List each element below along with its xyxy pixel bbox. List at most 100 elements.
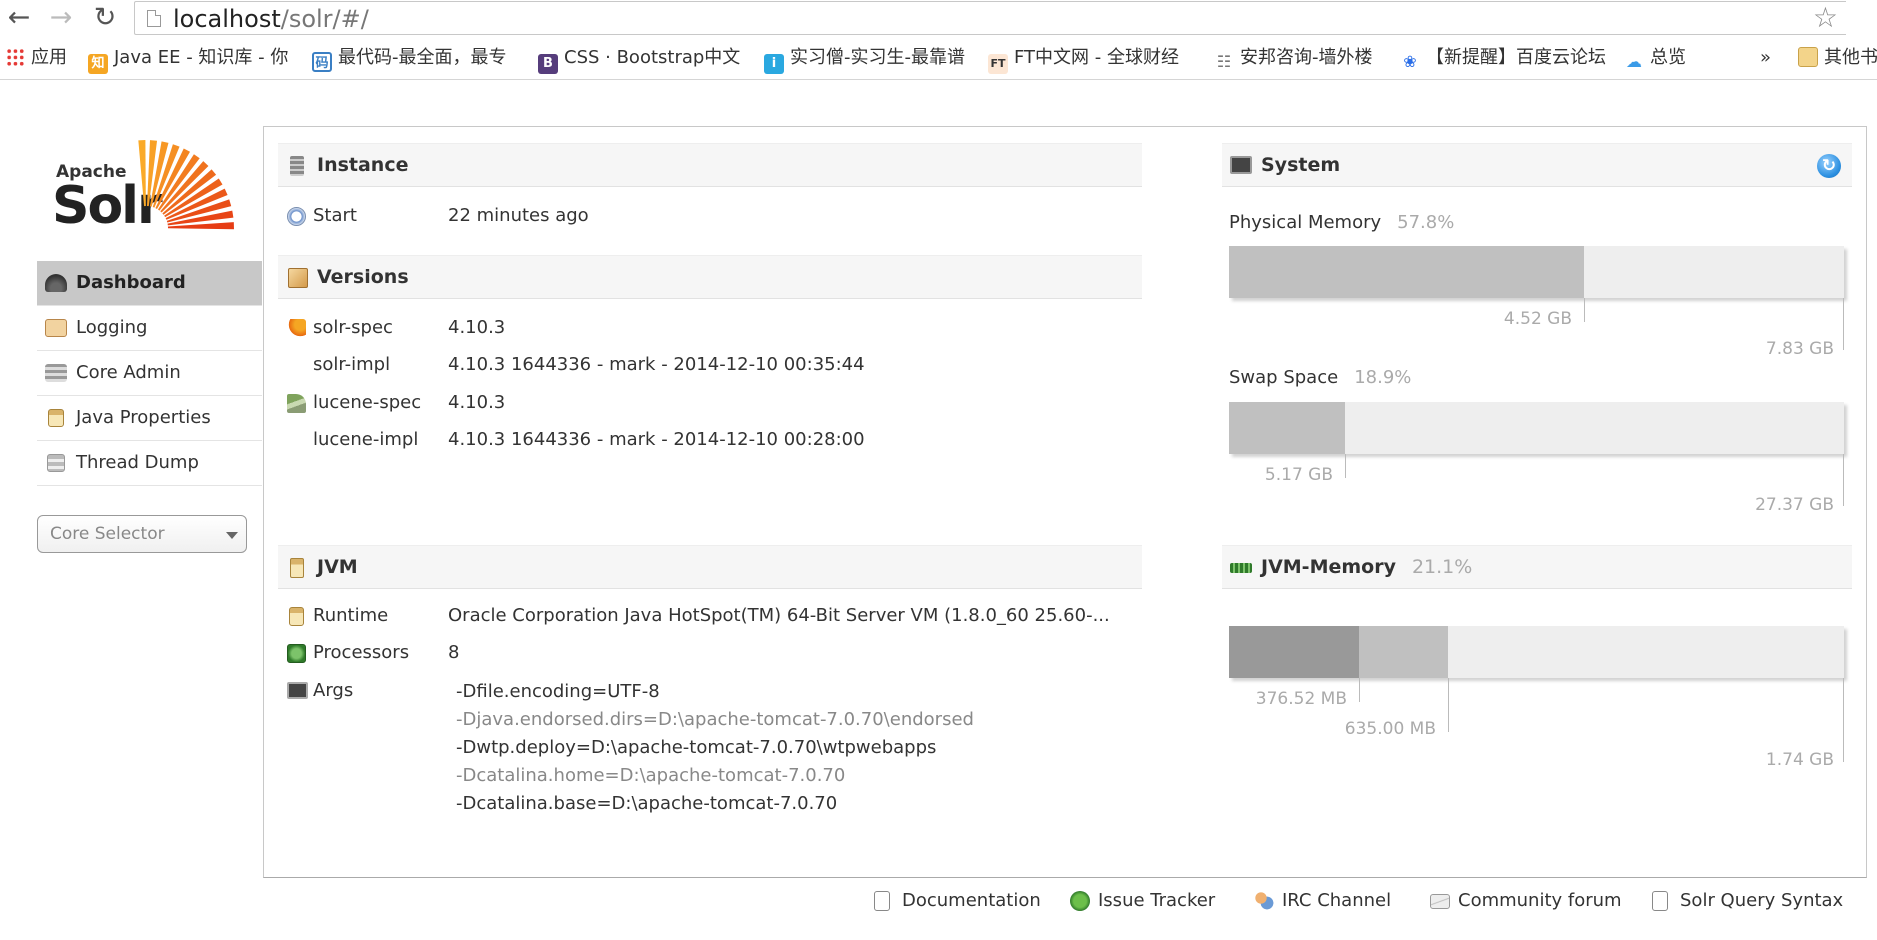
logging-icon <box>45 319 67 337</box>
memory-module-icon <box>1230 563 1252 573</box>
swap-space-used-fill <box>1229 402 1345 454</box>
version-row-lucene-impl: lucene-impl 4.10.3 1644336 - mark - 2014… <box>313 429 865 450</box>
jvm-committed-tick <box>1448 678 1449 732</box>
other-bookmarks[interactable]: 其他书 <box>1798 40 1877 76</box>
page-icon <box>147 10 161 27</box>
dashboard-content: Instance Start 22 minutes ago Versions s… <box>263 126 1867 878</box>
bookmark-shixiseng[interactable]: i 实习僧-实习生-最靠谱 <box>764 40 970 76</box>
physical-used-value: 4.52 GB <box>1503 309 1572 329</box>
menu-item-dashboard[interactable]: Dashboard <box>37 261 262 306</box>
physical-memory-label: Physical Memory 57.8% <box>1229 212 1455 233</box>
forward-arrow-icon[interactable]: → <box>44 2 78 34</box>
solr-logo[interactable]: Apache Solr <box>52 138 242 238</box>
chevron-down-icon <box>226 532 238 539</box>
jvm-memory-bar <box>1229 626 1844 678</box>
reload-icon[interactable]: ↻ <box>88 2 122 34</box>
jvm-arg: -Djava.endorsed.dirs=D:\apache-tomcat-7.… <box>456 709 974 730</box>
jvm-args-row: Args <box>278 674 1142 708</box>
url-text[interactable]: localhost/solr/#/ <box>173 4 369 34</box>
bookmark-baidu-cloud[interactable]: ❀ 【新提醒】百度云论坛 <box>1400 40 1608 76</box>
footer-solr-query-syntax-link[interactable]: Solr Query Syntax <box>1650 884 1843 918</box>
bookmark-apps[interactable]: 应用 <box>6 40 74 76</box>
jvm-used-value: 376.52 MB <box>1255 689 1347 709</box>
version-row-solr-spec: solr-spec 4.10.3 <box>278 311 1142 345</box>
bookmark-anbang[interactable]: ☷ 安邦咨询-墙外楼 <box>1214 40 1384 76</box>
jvm-arg: -Dcatalina.base=D:\apache-tomcat-7.0.70 <box>456 793 838 814</box>
menu-item-java-properties[interactable]: Java Properties <box>37 396 262 441</box>
documentation-icon <box>874 891 890 911</box>
server-icon <box>290 156 304 176</box>
cloud-icon: ☁ <box>1624 52 1644 72</box>
jvm-arg: -Dcatalina.home=D:\apache-tomcat-7.0.70 <box>456 765 846 786</box>
physical-total-value: 7.83 GB <box>1765 339 1834 359</box>
footer-documentation-link[interactable]: Documentation <box>872 884 1041 918</box>
swap-used-value: 5.17 GB <box>1264 465 1333 485</box>
browser-toolbar: ← → ↻ localhost/solr/#/ ☆ <box>0 0 1877 36</box>
jvm-memory-used-fill <box>1229 626 1359 678</box>
side-menu: Dashboard Logging Core Admin Java Proper… <box>37 261 262 486</box>
swap-total-value: 27.37 GB <box>1755 495 1834 515</box>
physical-total-tick <box>1843 298 1844 350</box>
version-row-lucene-spec: lucene-spec 4.10.3 <box>278 386 1142 420</box>
footer-issue-tracker-link[interactable]: Issue Tracker <box>1068 884 1215 918</box>
core-admin-icon <box>45 364 67 382</box>
ft-logo-icon: FT <box>988 54 1008 74</box>
baidu-logo-icon: ❀ <box>1400 52 1420 72</box>
bookmark-ft-chinese[interactable]: FT FT中文网 - 全球财经 <box>988 40 1194 76</box>
bookmark-java-ee[interactable]: 知 Java EE - 知识库 - 你 <box>88 40 292 76</box>
jvm-arg: -Dwtp.deploy=D:\apache-tomcat-7.0.70\wtp… <box>456 737 937 758</box>
java-properties-icon <box>48 409 64 427</box>
jvm-used-tick <box>1359 678 1360 702</box>
jvm-max-value: 1.74 GB <box>1765 750 1834 770</box>
jvm-processors-row: Processors 8 <box>278 636 1142 670</box>
bookmark-zuidaima[interactable]: 码最代码-最全面，最专 <box>312 40 518 76</box>
footer-links: Documentation Issue Tracker IRC Channel … <box>872 884 1872 918</box>
system-monitor-icon <box>1230 156 1252 174</box>
zuidaima-logo-icon: 码 <box>312 52 332 72</box>
footer-community-forum-link[interactable]: Community forum <box>1428 884 1622 918</box>
jvm-committed-value: 635.00 MB <box>1344 719 1436 739</box>
swap-space-bar <box>1229 402 1844 454</box>
core-selector[interactable]: Core Selector <box>37 515 247 553</box>
physical-used-tick <box>1584 298 1585 322</box>
versions-header: Versions <box>278 255 1142 299</box>
solr-sun-icon <box>138 140 234 230</box>
network-icon: ☷ <box>1214 52 1234 72</box>
zhi-logo-icon: 知 <box>88 54 108 74</box>
footer-irc-channel-link[interactable]: IRC Channel <box>1252 884 1391 918</box>
menu-item-logging[interactable]: Logging <box>37 306 262 351</box>
sun-ray <box>138 140 146 207</box>
jvm-arg: -Dfile.encoding=UTF-8 <box>456 681 660 702</box>
shixiseng-logo-icon: i <box>764 54 784 74</box>
system-header: System <box>1222 143 1852 187</box>
bookmark-star-icon[interactable]: ☆ <box>1813 2 1838 34</box>
folder-icon <box>1798 47 1818 67</box>
bookmarks-overflow[interactable]: » <box>1760 40 1780 76</box>
swap-total-tick <box>1843 454 1844 506</box>
versions-icon <box>288 268 308 288</box>
bookmark-overview[interactable]: ☁ 总览 <box>1624 40 1704 76</box>
version-row-solr-impl: solr-impl 4.10.3 1644336 - mark - 2014-1… <box>313 354 865 375</box>
dashboard-icon <box>45 274 67 292</box>
instance-start-row: Start 22 minutes ago <box>278 199 1142 233</box>
jvm-header: JVM <box>278 545 1142 589</box>
menu-item-thread-dump[interactable]: Thread Dump <box>37 441 262 486</box>
java-icon <box>290 558 304 578</box>
bookmark-bootstrap[interactable]: B CSS · Bootstrap中文 <box>538 40 748 76</box>
physical-memory-bar <box>1229 246 1844 298</box>
jvm-memory-header: JVM-Memory 21.1% <box>1222 545 1852 589</box>
back-arrow-icon[interactable]: ← <box>2 2 36 34</box>
bootstrap-logo-icon: B <box>538 54 558 74</box>
thread-dump-icon <box>47 454 65 472</box>
physical-memory-used-fill <box>1229 246 1584 298</box>
instance-header: Instance <box>278 143 1142 187</box>
swap-used-tick <box>1345 454 1346 478</box>
apps-grid-icon <box>6 48 25 67</box>
swap-space-label: Swap Space 18.9% <box>1229 367 1412 388</box>
address-bar[interactable]: localhost/solr/#/ ☆ <box>134 1 1846 35</box>
refresh-icon[interactable]: ↻ <box>1817 154 1841 178</box>
bookmarks-bar: 应用 知 Java EE - 知识库 - 你 码最代码-最全面，最专 B CSS ·… <box>0 40 1877 80</box>
jvm-max-tick <box>1843 678 1844 762</box>
jvm-runtime-row: Runtime Oracle Corporation Java HotSpot(… <box>278 599 1142 633</box>
menu-item-core-admin[interactable]: Core Admin <box>37 351 262 396</box>
